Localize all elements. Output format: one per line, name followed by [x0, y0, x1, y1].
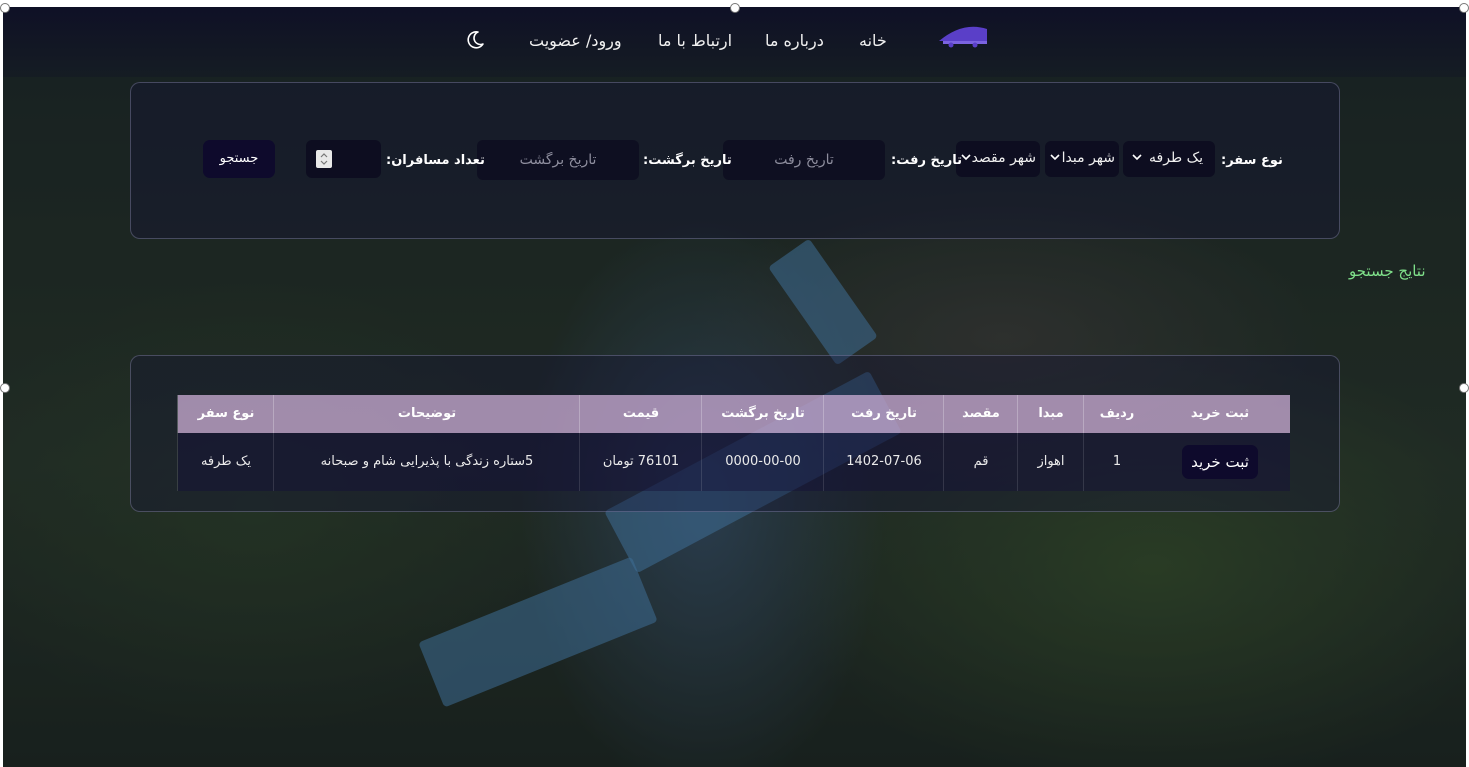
return-date-label: تاریخ برگشت:	[643, 153, 732, 168]
cell-return-date: 0000-00-00	[701, 433, 824, 491]
nav-contact-link[interactable]: ارتباط با ما	[658, 31, 732, 50]
nav-about-link[interactable]: درباره ما	[765, 31, 824, 50]
nav-login-link[interactable]: ورود/ عضویت	[529, 31, 622, 50]
col-row-header: ردیف	[1083, 395, 1150, 433]
cell-depart-date: 1402-07-06	[823, 433, 944, 491]
col-price-header: قیمت	[579, 395, 702, 433]
origin-city-value: شهر مبدا	[1061, 150, 1115, 166]
search-button[interactable]: جستجو	[203, 140, 275, 178]
depart-date-input[interactable]	[723, 140, 885, 180]
destination-city-select[interactable]: شهر مقصد	[956, 141, 1040, 177]
chevron-down-icon	[1132, 154, 1142, 161]
buy-ticket-button[interactable]: ثبت خرید	[1182, 445, 1258, 479]
results-table-header: ثبت خرید ردیف مبدا مقصد تاریخ رفت تاریخ …	[177, 395, 1290, 433]
col-return-date-header: تاریخ برگشت	[701, 395, 824, 433]
trip-type-value: یک طرفه	[1149, 150, 1203, 166]
col-origin-header: مبدا	[1017, 395, 1084, 433]
passengers-label: تعداد مسافران:	[386, 153, 485, 168]
resize-handle[interactable]	[1459, 383, 1469, 393]
train-ticket-logo-icon[interactable]	[935, 19, 991, 49]
cell-trip-type: یک طرفه	[177, 433, 274, 491]
col-description-header: توضیحات	[273, 395, 580, 433]
cell-price: 76101 تومان	[579, 433, 702, 491]
return-date-input[interactable]	[477, 140, 639, 180]
depart-date-label: تاریخ رفت:	[891, 153, 962, 168]
nav-home-link[interactable]: خانه	[859, 31, 887, 50]
app-window: خانه درباره ما ارتباط با ما ورود/ عضویت …	[3, 7, 1466, 767]
resize-handle[interactable]	[0, 3, 10, 13]
col-destination-header: مقصد	[943, 395, 1018, 433]
table-row: ثبت خرید 1 اهواز قم 1402-07-06 0000-00-0…	[177, 433, 1290, 491]
results-title: نتایج جستجو	[1349, 262, 1426, 280]
resize-handle[interactable]	[1459, 3, 1469, 13]
cell-row-number: 1	[1083, 433, 1150, 491]
trip-type-label: نوع سفر:	[1221, 153, 1283, 168]
origin-city-select[interactable]: شهر مبدا	[1045, 141, 1119, 177]
cell-buy: ثبت خرید	[1150, 433, 1290, 491]
passengers-stepper[interactable]	[306, 140, 381, 178]
col-buy-header: ثبت خرید	[1190, 406, 1250, 421]
cell-description: 5ستاره زندگی با پذیرایی شام و صبحانه	[273, 433, 580, 491]
top-navbar: خانه درباره ما ارتباط با ما ورود/ عضویت	[3, 7, 1466, 77]
up-down-arrows-icon	[320, 153, 328, 165]
cell-origin: اهواز	[1017, 433, 1084, 491]
resize-handle[interactable]	[0, 383, 10, 393]
stepper-arrows-icon[interactable]	[316, 150, 332, 168]
col-trip-type-header: نوع سفر	[177, 395, 274, 433]
chevron-down-icon	[1050, 154, 1060, 161]
resize-handle[interactable]	[730, 3, 740, 13]
moon-icon[interactable]	[465, 30, 485, 50]
trip-type-select[interactable]: یک طرفه	[1123, 141, 1215, 177]
cell-destination: قم	[943, 433, 1018, 491]
destination-city-value: شهر مقصد	[971, 150, 1036, 166]
col-depart-date-header: تاریخ رفت	[823, 395, 944, 433]
